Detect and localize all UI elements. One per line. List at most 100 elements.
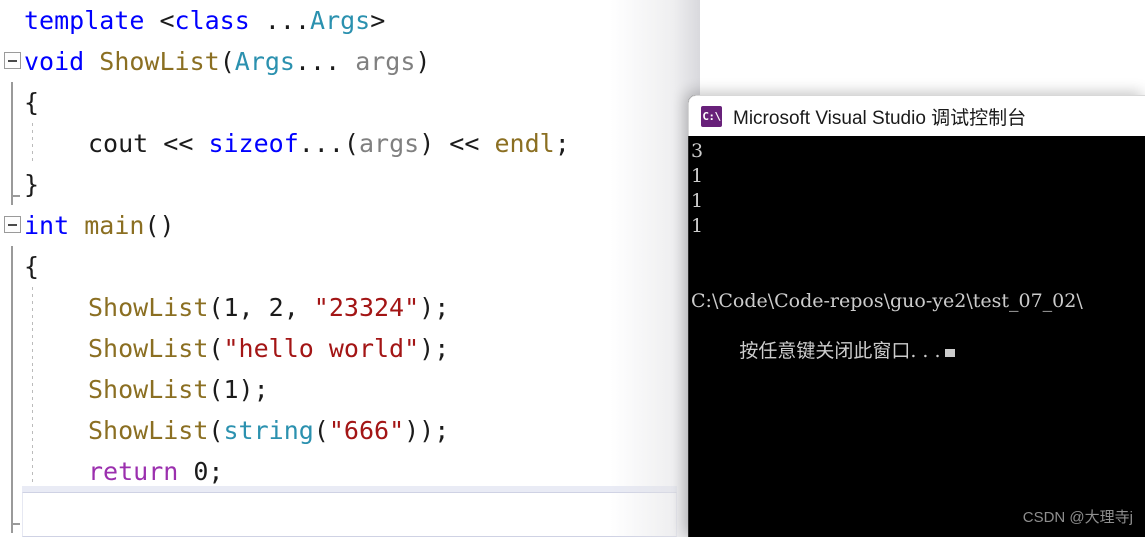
debug-console-window[interactable]: C:\ Microsoft Visual Studio 调试控制台 3 1 1 1 C… bbox=[688, 95, 1145, 537]
code-line-text: void ShowList(Args... args) bbox=[24, 47, 430, 76]
code-token: << bbox=[434, 129, 495, 158]
fold-guide-end bbox=[11, 195, 20, 197]
code-token: < bbox=[159, 6, 175, 35]
fold-guide-line bbox=[11, 82, 13, 123]
code-token: string bbox=[223, 416, 314, 445]
fold-guide-line bbox=[11, 287, 13, 328]
code-token: ShowList bbox=[88, 416, 209, 445]
code-token: ( bbox=[208, 375, 224, 404]
code-line-text: } bbox=[24, 498, 39, 527]
code-token: ) bbox=[419, 129, 435, 158]
code-token: ) bbox=[415, 47, 431, 76]
collapse-minus-icon[interactable] bbox=[4, 216, 21, 233]
console-output-line: C:\Code\Code-repos\guo-ye2\test_07_02\ bbox=[691, 290, 1083, 312]
code-token: ( bbox=[343, 129, 359, 158]
code-token: main bbox=[84, 211, 145, 240]
console-title-bar[interactable]: C:\ Microsoft Visual Studio 调试控制台 bbox=[688, 95, 1145, 136]
code-token: { bbox=[24, 252, 40, 281]
console-output-line: 1 bbox=[691, 190, 704, 212]
collapse-minus-icon[interactable] bbox=[4, 52, 21, 69]
code-token: class bbox=[174, 6, 250, 35]
code-token: void bbox=[24, 47, 85, 76]
console-prompt-text: 按任意键关闭此窗口. . . bbox=[739, 340, 941, 362]
fold-guide-line bbox=[11, 328, 13, 369]
fold-guide-line bbox=[11, 123, 13, 164]
fold-guide-line bbox=[11, 492, 13, 533]
console-output-area[interactable]: 3 1 1 1 C:\Code\Code-repos\guo-ye2\test_07_… bbox=[688, 136, 1145, 537]
code-line[interactable]: ShowList(1, 2, "23324"); bbox=[0, 287, 700, 328]
code-token: ( bbox=[208, 416, 224, 445]
code-token: ); bbox=[419, 293, 450, 322]
code-token: ... bbox=[249, 6, 311, 35]
indent-guide bbox=[32, 410, 33, 451]
code-token: sizeof bbox=[208, 129, 299, 158]
indent-guide bbox=[32, 123, 33, 164]
code-token: ); bbox=[419, 334, 450, 363]
code-token: { bbox=[24, 88, 40, 117]
code-token: cout bbox=[88, 129, 149, 158]
code-token: "666" bbox=[328, 416, 405, 445]
code-line-text: ShowList(string("666")); bbox=[88, 416, 449, 445]
code-line[interactable]: cout << sizeof...(args) << endl; bbox=[0, 123, 700, 164]
code-token: } bbox=[24, 170, 40, 199]
code-line[interactable]: ShowList(string("666")); bbox=[0, 410, 700, 451]
code-line[interactable]: ShowList(1); bbox=[0, 369, 700, 410]
code-token: ( bbox=[313, 416, 329, 445]
code-token: )); bbox=[404, 416, 450, 445]
code-line-text: cout << sizeof...(args) << endl; bbox=[88, 129, 570, 158]
current-line-top-shade bbox=[22, 486, 677, 492]
code-line-text: ShowList(1); bbox=[88, 375, 269, 404]
console-prompt-line: 按任意键关闭此窗口. . . bbox=[691, 314, 1145, 362]
code-token: ; bbox=[554, 129, 570, 158]
code-token: ... bbox=[298, 129, 344, 158]
code-token: Args bbox=[310, 6, 371, 35]
code-token: << bbox=[148, 129, 209, 158]
code-line[interactable]: ShowList("hello world"); bbox=[0, 328, 700, 369]
fold-guide-line bbox=[11, 410, 13, 451]
code-line-text: return 0; bbox=[88, 457, 223, 486]
code-line[interactable]: void ShowList(Args... args) bbox=[0, 41, 700, 82]
code-line[interactable]: { bbox=[0, 82, 700, 123]
code-line-text: template <class ...Args> bbox=[24, 6, 385, 35]
code-line-text: { bbox=[24, 252, 39, 281]
code-token: () bbox=[144, 211, 175, 240]
console-output-line: 1 bbox=[691, 215, 704, 237]
fold-guide-end bbox=[11, 523, 20, 525]
code-editor-pane[interactable]: template <class ...Args> void ShowList(Ar… bbox=[0, 0, 700, 537]
code-line-text: int main() bbox=[24, 211, 175, 240]
fold-guide-line bbox=[11, 451, 13, 492]
screenshot-root: template <class ...Args> void ShowList(Ar… bbox=[0, 0, 1145, 537]
indent-guide bbox=[32, 328, 33, 369]
console-output-line: 1 bbox=[691, 165, 704, 187]
code-token: return bbox=[88, 457, 179, 486]
code-line[interactable]: } bbox=[0, 164, 700, 205]
code-token: 0; bbox=[178, 457, 224, 486]
code-token: ( bbox=[219, 47, 235, 76]
code-line[interactable]: int main() bbox=[0, 205, 700, 246]
fold-guide-line bbox=[11, 246, 13, 287]
code-line[interactable]: } bbox=[0, 492, 700, 533]
code-line[interactable]: { bbox=[0, 246, 700, 287]
fold-guide-line bbox=[11, 369, 13, 410]
code-token: ( bbox=[208, 334, 224, 363]
code-token: args bbox=[355, 47, 416, 76]
code-token: 1, 2, bbox=[223, 293, 314, 322]
code-lines-container[interactable]: template <class ...Args> void ShowList(Ar… bbox=[0, 0, 700, 537]
code-token: "23324" bbox=[313, 293, 420, 322]
code-line-text: } bbox=[24, 170, 39, 199]
indent-guide bbox=[32, 369, 33, 410]
code-line-text: ShowList("hello world"); bbox=[88, 334, 449, 363]
code-token: int bbox=[24, 211, 70, 240]
code-token: ShowList bbox=[88, 293, 209, 322]
code-token: ); bbox=[238, 375, 269, 404]
code-line[interactable]: template <class ...Args> bbox=[0, 0, 700, 41]
code-token: "hello world" bbox=[223, 334, 420, 363]
code-token: 1 bbox=[223, 375, 239, 404]
indent-guide bbox=[32, 287, 33, 328]
console-cursor bbox=[944, 349, 955, 357]
code-token: endl bbox=[494, 129, 555, 158]
